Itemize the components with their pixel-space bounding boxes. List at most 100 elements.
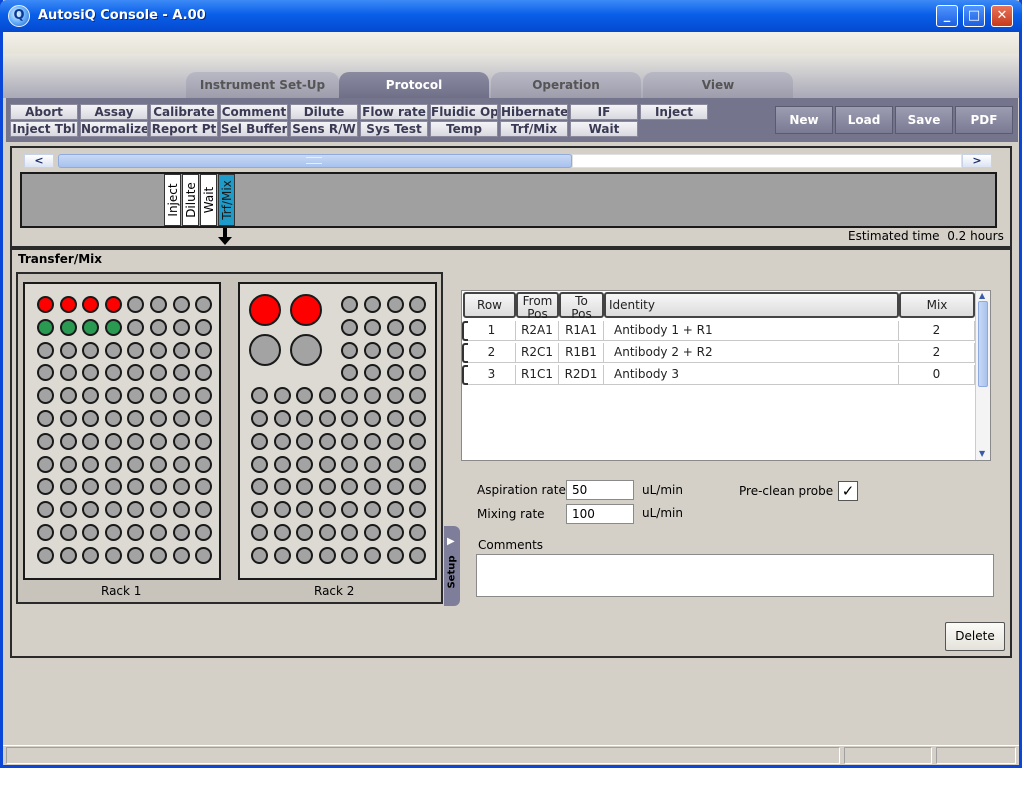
rack-1-well[interactable]	[59, 364, 77, 382]
preclean-probe-checkbox[interactable]: ✓	[838, 481, 858, 501]
timeline-scrollbar-track[interactable]	[572, 154, 962, 168]
rack-1-well[interactable]	[172, 387, 190, 405]
col-header-row[interactable]: Row	[463, 292, 516, 318]
rack-1-well[interactable]	[172, 478, 190, 496]
rack-2-well[interactable]	[318, 455, 336, 473]
col-header-from-pos[interactable]: From Pos	[516, 292, 559, 320]
cell-to-2[interactable]: R1B1	[559, 343, 604, 363]
rack-2-well[interactable]	[251, 432, 268, 450]
cell-identity-3[interactable]: Antibody 3	[604, 365, 899, 385]
rack-2-well[interactable]	[273, 524, 291, 541]
rack-2-large-vial[interactable]	[290, 334, 322, 366]
rack-2-well[interactable]	[251, 546, 268, 564]
rack-1-well[interactable]	[172, 432, 190, 450]
rack-1-well[interactable]	[172, 410, 190, 427]
rack-1-well[interactable]	[104, 387, 122, 405]
rack-1-well[interactable]	[59, 501, 77, 519]
cmd-normalize-button[interactable]: Normalize	[80, 121, 148, 137]
rack-1-well[interactable]	[104, 546, 122, 564]
tab-operation[interactable]: Operation	[491, 72, 641, 98]
col-header-to-pos[interactable]: To Pos	[559, 292, 604, 320]
rack-1-well[interactable]	[104, 455, 122, 473]
rack-1-well[interactable]	[104, 341, 122, 359]
rack-2-well[interactable]	[318, 387, 336, 405]
new-button[interactable]: New	[775, 106, 833, 134]
rack-2-well[interactable]	[251, 410, 268, 427]
cmd-if-button[interactable]: IF	[570, 104, 638, 120]
rack-1-well[interactable]	[104, 432, 122, 450]
rack-1-well[interactable]	[59, 296, 77, 313]
rack-1-well[interactable]	[104, 318, 122, 336]
rack-2-well[interactable]	[386, 432, 404, 450]
rack-1-well[interactable]	[172, 455, 190, 473]
cell-mix-3[interactable]: 0	[899, 365, 975, 385]
rack-1-well[interactable]	[37, 318, 54, 336]
rack-1-well[interactable]	[37, 546, 54, 564]
cell-row-1[interactable]: 1	[468, 321, 516, 341]
grid-vertical-scrollbar[interactable]: ▲ ▼	[975, 291, 990, 460]
rack-2-well[interactable]	[409, 432, 427, 450]
rack-2-well[interactable]	[273, 501, 291, 519]
rack-2-well[interactable]	[251, 455, 268, 473]
rack-1-well[interactable]	[59, 546, 77, 564]
rack-2-well[interactable]	[386, 455, 404, 473]
cmd-inject-tbl-button[interactable]: Inject Tbl	[10, 121, 78, 137]
cmd-dilute-button[interactable]: Dilute	[290, 104, 358, 120]
rack-1-well[interactable]	[172, 318, 190, 336]
rack-1-well[interactable]	[172, 546, 190, 564]
cell-to-3[interactable]: R2D1	[559, 365, 604, 385]
rack-2-well[interactable]	[386, 546, 404, 564]
cell-mix-2[interactable]: 2	[899, 343, 975, 363]
rack-2-well[interactable]	[364, 432, 381, 450]
rack-1-well[interactable]	[150, 455, 167, 473]
cmd-inject-button[interactable]: Inject	[640, 104, 708, 120]
rack-1-well[interactable]	[150, 524, 167, 541]
rack-1-well[interactable]	[172, 524, 190, 541]
cmd-trf-mix-button[interactable]: Trf/Mix	[500, 121, 568, 137]
setup-side-tab[interactable]: ▶ Setup	[444, 526, 460, 606]
cmd-comment-button[interactable]: Comment	[220, 104, 288, 120]
rack-2-well[interactable]	[409, 318, 427, 336]
cmd-wait-button[interactable]: Wait	[570, 121, 638, 137]
cmd-hibernate-button[interactable]: Hibernate	[500, 104, 568, 120]
cmd-sys-test-button[interactable]: Sys Test	[360, 121, 428, 137]
rack-1-well[interactable]	[59, 478, 77, 496]
rack-1-well[interactable]	[37, 524, 54, 541]
timeline-scroll-left-button[interactable]: <	[24, 154, 54, 168]
rack-1-well[interactable]	[104, 524, 122, 541]
rack-2-well[interactable]	[386, 296, 404, 313]
rack-2-well[interactable]	[318, 432, 336, 450]
rack-1-well[interactable]	[82, 318, 100, 336]
rack-2-well[interactable]	[409, 455, 427, 473]
pdf-button[interactable]: PDF	[955, 106, 1013, 134]
tab-protocol[interactable]: Protocol	[339, 72, 489, 98]
rack-2-well[interactable]	[364, 341, 381, 359]
aspiration-rate-input[interactable]: 50	[566, 480, 634, 500]
rack-1-well[interactable]	[59, 455, 77, 473]
rack-2-well[interactable]	[386, 318, 404, 336]
rack-1-well[interactable]	[82, 455, 100, 473]
rack-1-well[interactable]	[82, 432, 100, 450]
minimize-button[interactable]: _	[936, 5, 958, 27]
title-bar[interactable]: Q AutosiQ Console - A.00 _ □ ✕	[0, 0, 1022, 32]
rack-1-well[interactable]	[150, 341, 167, 359]
rack-2-well[interactable]	[386, 341, 404, 359]
cmd-abort-button[interactable]: Abort	[10, 104, 78, 120]
rack-2-well[interactable]	[386, 524, 404, 541]
close-button[interactable]: ✕	[991, 5, 1013, 27]
rack-1-well[interactable]	[59, 318, 77, 336]
rack-2-well[interactable]	[318, 410, 336, 427]
step-trf-mix-selected[interactable]: Trf/Mix	[218, 174, 235, 226]
rack-1-well[interactable]	[150, 546, 167, 564]
rack-1-well[interactable]	[37, 341, 54, 359]
cell-identity-2[interactable]: Antibody 2 + R2	[604, 343, 899, 363]
rack-1-well[interactable]	[195, 318, 213, 336]
rack-2-well[interactable]	[318, 546, 336, 564]
rack-2-well[interactable]	[386, 410, 404, 427]
rack-1-well[interactable]	[59, 341, 77, 359]
rack-2-well[interactable]	[341, 455, 359, 473]
rack-1-well[interactable]	[104, 501, 122, 519]
rack-2-well[interactable]	[296, 455, 314, 473]
rack-1-well[interactable]	[150, 432, 167, 450]
rack-2-well[interactable]	[364, 410, 381, 427]
